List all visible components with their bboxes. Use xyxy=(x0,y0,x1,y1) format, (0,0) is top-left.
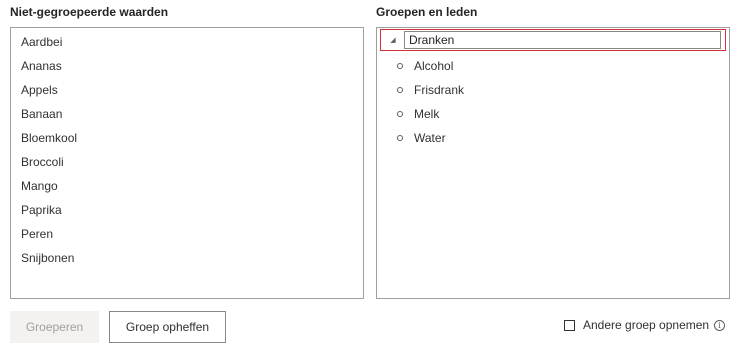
group-member-item[interactable]: Melk xyxy=(397,102,439,126)
list-item[interactable]: Bloemkool xyxy=(11,126,363,150)
list-item[interactable]: Banaan xyxy=(11,102,363,126)
include-other-group-checkbox[interactable] xyxy=(564,320,575,331)
group-name-input[interactable] xyxy=(404,31,721,49)
list-item[interactable]: Aardbei xyxy=(11,30,363,54)
include-other-group-label[interactable]: Andere groep opnemen xyxy=(583,318,709,332)
member-label: Alcohol xyxy=(414,59,454,73)
group-member-item[interactable]: Water xyxy=(397,126,446,150)
list-item[interactable]: Paprika xyxy=(11,198,363,222)
groups-and-members-heading: Groepen en leden xyxy=(376,5,478,19)
collapse-triangle-icon[interactable]: ◢ xyxy=(387,35,399,47)
bullet-icon xyxy=(397,86,403,93)
list-item[interactable]: Mango xyxy=(11,174,363,198)
group-member-item[interactable]: Alcohol xyxy=(397,54,453,78)
list-item[interactable]: Broccoli xyxy=(11,150,363,174)
list-item[interactable]: Snijbonen xyxy=(11,246,363,270)
info-icon[interactable]: i xyxy=(714,320,725,331)
list-item[interactable]: Peren xyxy=(11,222,363,246)
group-button[interactable]: Groeperen xyxy=(10,311,99,343)
member-label: Water xyxy=(414,131,446,145)
groups-and-members-list[interactable]: ◢ Alcohol Frisdrank Melk Water xyxy=(376,27,730,299)
member-label: Melk xyxy=(414,107,440,121)
bullet-icon xyxy=(397,110,403,117)
ungrouped-values-list[interactable]: Aardbei Ananas Appels Banaan Bloemkool B… xyxy=(10,27,364,299)
member-label: Frisdrank xyxy=(414,83,465,97)
ungrouped-values-heading: Niet-gegroepeerde waarden xyxy=(10,5,169,19)
group-member-item[interactable]: Frisdrank xyxy=(397,78,464,102)
list-item[interactable]: Appels xyxy=(11,78,363,102)
ungroup-button[interactable]: Groep opheffen xyxy=(109,311,226,343)
bullet-icon xyxy=(397,62,403,69)
group-row[interactable]: ◢ xyxy=(380,29,726,51)
list-item[interactable]: Ananas xyxy=(11,54,363,78)
bullet-icon xyxy=(397,134,403,141)
